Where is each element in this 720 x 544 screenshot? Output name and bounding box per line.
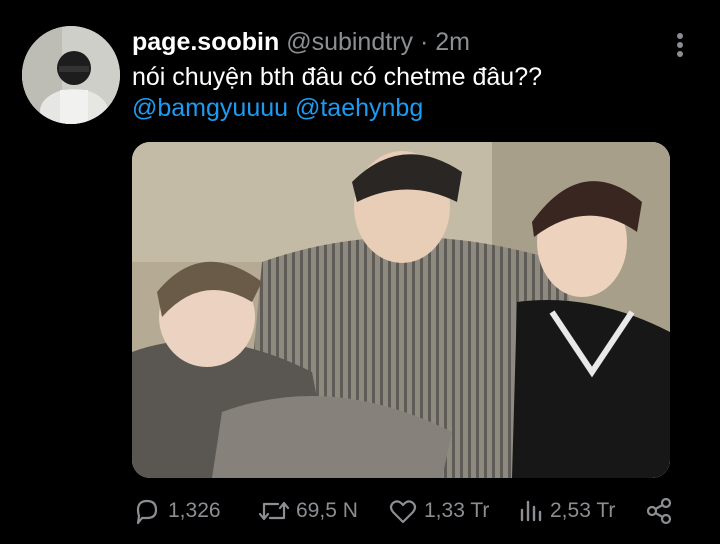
share-button[interactable] (644, 496, 674, 526)
like-icon (389, 500, 417, 524)
retweet-count: 69,5 N (296, 499, 358, 522)
retweet-button[interactable]: 69,5 N (258, 496, 358, 526)
like-count: 1,33 Tr (424, 499, 490, 522)
avatar-photo (22, 26, 120, 124)
tweet-header: page.soobin @subindtry · 2m (132, 28, 470, 57)
tweet-text: nói chuyện bth đâu có chetme đâu?? @bamg… (132, 62, 692, 124)
display-name[interactable]: page.soobin (132, 28, 279, 56)
tweet-body: nói chuyện bth đâu có chetme đâu?? (132, 63, 543, 91)
views-icon (520, 500, 542, 522)
timestamp[interactable]: 2m (435, 28, 470, 56)
reply-button[interactable]: 1,326 (132, 496, 221, 526)
avatar[interactable] (22, 26, 120, 124)
tweet-media-image[interactable] (132, 142, 670, 478)
more-vertical-icon (677, 33, 683, 57)
tweet-actions: 1,326 69,5 N 1,33 Tr 2,53 Tr (0, 492, 720, 532)
mention-link[interactable]: @taehynbg (295, 94, 423, 122)
share-icon (646, 497, 672, 525)
more-options-button[interactable] (667, 30, 693, 60)
views-button[interactable]: 2,53 Tr (518, 496, 615, 526)
views-count: 2,53 Tr (550, 499, 616, 522)
reply-icon (136, 499, 158, 525)
separator-dot: · (419, 28, 429, 56)
like-button[interactable]: 1,33 Tr (388, 496, 489, 526)
mention-link[interactable]: @bamgyuuuu (132, 94, 288, 122)
photo-illustration (132, 142, 670, 478)
retweet-icon (258, 501, 290, 521)
user-handle[interactable]: @subindtry (286, 28, 413, 56)
reply-count: 1,326 (168, 499, 221, 522)
